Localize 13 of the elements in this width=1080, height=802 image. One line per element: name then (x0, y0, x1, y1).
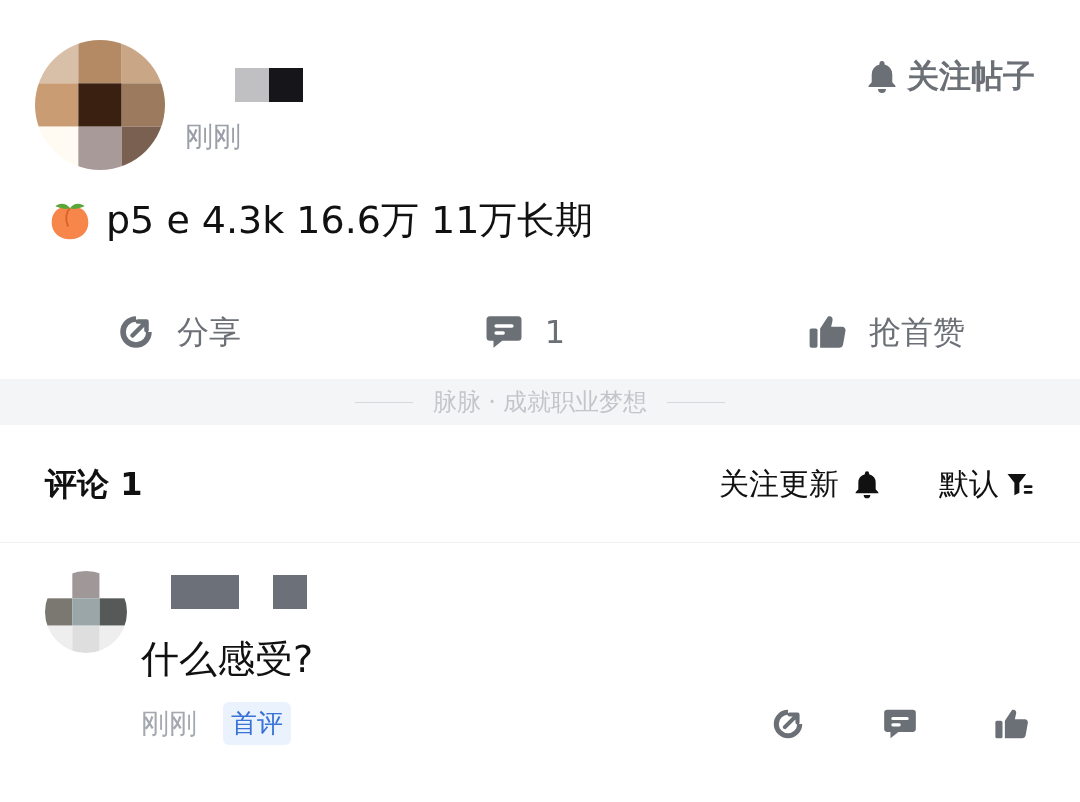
post-text: p5 e 4.3k 16.6万 11万长期 (106, 197, 594, 244)
first-comment-tag: 首评 (223, 702, 291, 745)
like-button[interactable]: 抢首赞 (807, 308, 965, 356)
comments-title: 评论 1 (45, 463, 143, 505)
comment-button[interactable]: 1 (482, 308, 566, 356)
comment-time: 刚刚 (141, 705, 197, 742)
sort-button[interactable]: 默认 (939, 461, 1035, 506)
comment-text: 什么感受? (141, 636, 315, 683)
follow-updates-button[interactable]: 关注更新 (719, 461, 883, 506)
follow-post-button[interactable]: 关注帖子 (863, 52, 1035, 100)
post-time: 刚刚 (185, 119, 242, 155)
redacted-name (235, 68, 303, 102)
share-button[interactable]: 分享 (115, 308, 241, 356)
